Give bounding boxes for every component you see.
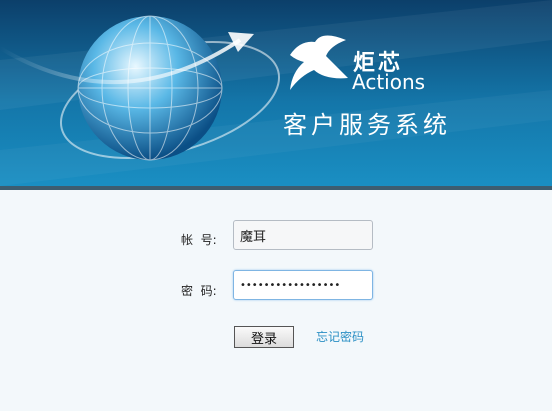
password-input[interactable] bbox=[233, 270, 373, 300]
forgot-password-link[interactable]: 忘记密码 bbox=[316, 328, 364, 345]
account-label: 帐 号: bbox=[181, 233, 217, 247]
password-label: 密 码: bbox=[181, 284, 217, 298]
globe-illustration bbox=[0, 0, 552, 186]
login-button[interactable]: 登录 bbox=[234, 326, 294, 348]
account-input[interactable] bbox=[233, 220, 373, 250]
header-banner: 炬芯 Actions 客户服务系统 bbox=[0, 0, 552, 186]
brand-en: Actions bbox=[352, 70, 426, 94]
banner-divider bbox=[0, 186, 552, 190]
page-title: 客户服务系统 bbox=[283, 111, 451, 139]
